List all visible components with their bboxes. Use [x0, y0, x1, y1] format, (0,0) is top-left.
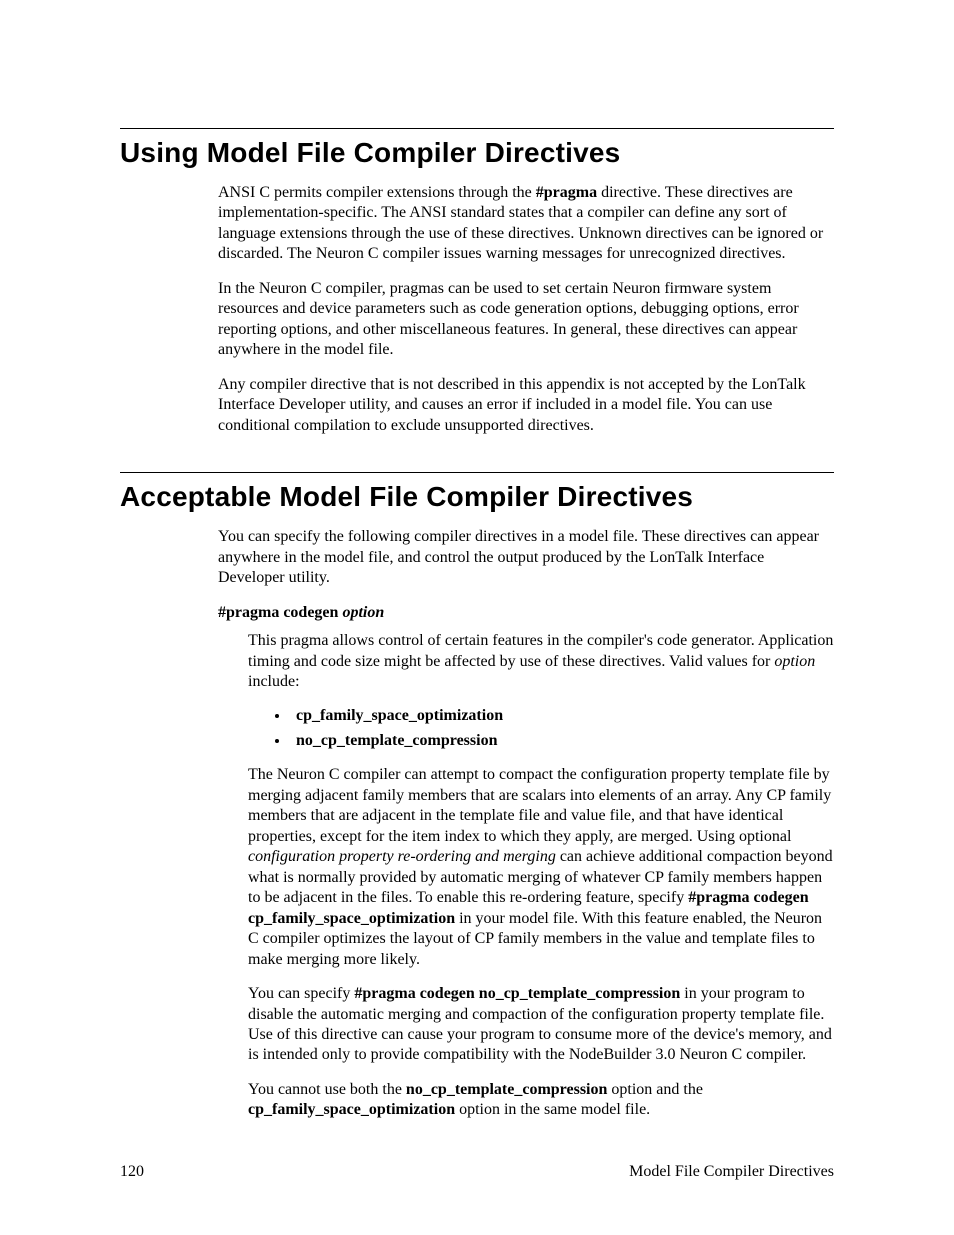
page: Using Model File Compiler Directives ANS…: [0, 0, 954, 1235]
text: The Neuron C compiler can attempt to com…: [248, 766, 831, 844]
text: option and the: [607, 1081, 703, 1098]
page-number: 120: [120, 1163, 144, 1181]
directive-name: #pragma codegen: [218, 604, 338, 621]
para-ansi: ANSI C permits compiler extensions throu…: [218, 183, 834, 265]
keyword-pragma: #pragma: [536, 184, 597, 201]
opt-cp-family: cp_family_space_optimization: [248, 1101, 455, 1118]
option-cp-family: cp_family_space_optimization: [296, 707, 503, 724]
heading-acceptable: Acceptable Model File Compiler Directive…: [120, 481, 834, 513]
para-specify: You can specify the following compiler d…: [218, 527, 834, 588]
pragma-no-cp: #pragma codegen no_cp_template_compressi…: [354, 985, 680, 1002]
para-any-directive: Any compiler directive that is not descr…: [218, 375, 834, 436]
body-using: ANSI C permits compiler extensions throu…: [218, 183, 834, 436]
para-this-pragma: This pragma allows control of certain fe…: [248, 631, 834, 692]
list-item: no_cp_template_compression: [290, 731, 834, 751]
text: include:: [248, 673, 300, 690]
option-word: option: [774, 653, 815, 670]
para-neuron: In the Neuron C compiler, pragmas can be…: [218, 279, 834, 361]
text: You cannot use both the: [248, 1081, 406, 1098]
phrase-reorder: configuration property re-ordering and m…: [248, 848, 556, 865]
body-acceptable: You can specify the following compiler d…: [218, 527, 834, 1121]
directive-arg: option: [338, 604, 384, 621]
heading-using: Using Model File Compiler Directives: [120, 137, 834, 169]
text: This pragma allows control of certain fe…: [248, 632, 833, 669]
footer-label: Model File Compiler Directives: [629, 1163, 834, 1181]
list-item: cp_family_space_optimization: [290, 706, 834, 726]
opt-no-cp: no_cp_template_compression: [406, 1081, 607, 1098]
para-specify-nocp: You can specify #pragma codegen no_cp_te…: [248, 984, 834, 1066]
text: You can specify: [248, 985, 354, 1002]
section-using-directives: Using Model File Compiler Directives ANS…: [120, 128, 834, 436]
para-neuron-compact: The Neuron C compiler can attempt to com…: [248, 765, 834, 970]
option-list: cp_family_space_optimization no_cp_templ…: [218, 706, 834, 751]
text: option in the same model file.: [455, 1101, 650, 1118]
directive-codegen: #pragma codegen option: [218, 603, 834, 623]
page-footer: 120 Model File Compiler Directives: [120, 1163, 834, 1181]
text: ANSI C permits compiler extensions throu…: [218, 184, 536, 201]
section-acceptable-directives: Acceptable Model File Compiler Directive…: [120, 472, 834, 1121]
para-cannot-both: You cannot use both the no_cp_template_c…: [248, 1080, 834, 1121]
option-no-cp: no_cp_template_compression: [296, 732, 497, 749]
